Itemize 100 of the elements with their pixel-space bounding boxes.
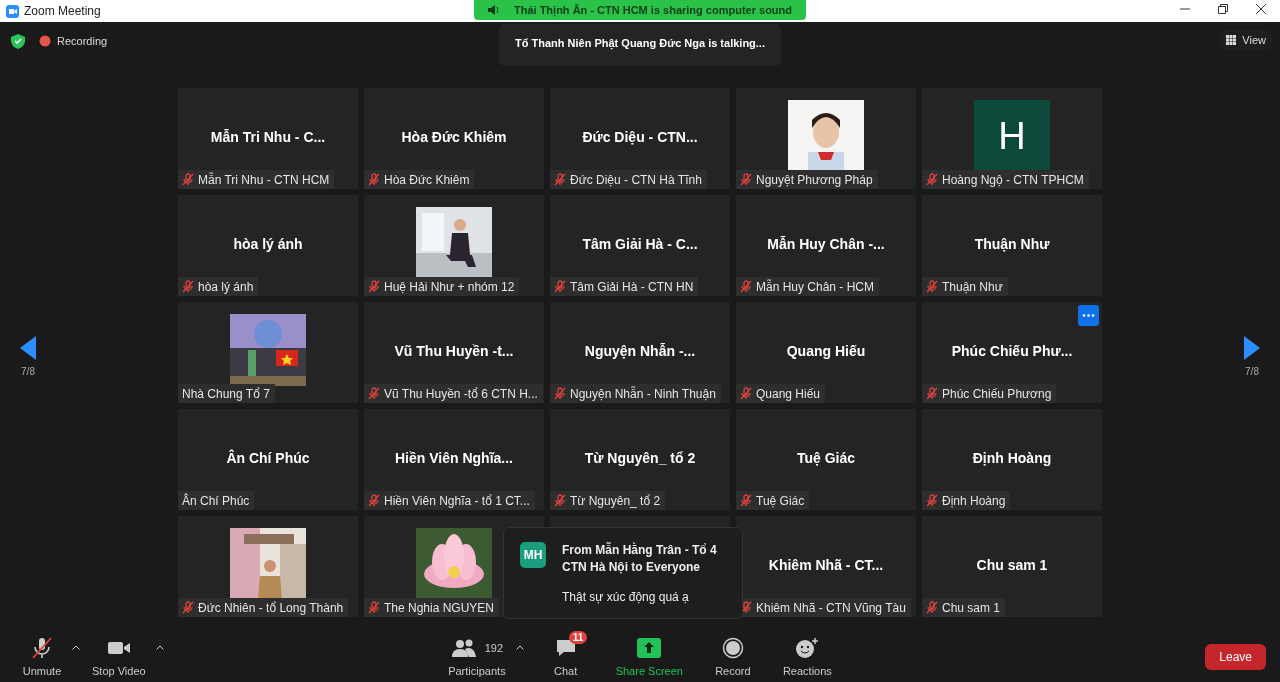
- muted-mic-icon: [554, 280, 566, 293]
- participant-label: Vũ Thu Huyền -tổ 6 CTN H...: [364, 384, 543, 403]
- record-icon: [721, 637, 744, 659]
- participant-label: Nhà Chung Tổ 7: [178, 384, 275, 403]
- participant-label: Đức Diệu - CTN Hà Tĩnh: [550, 170, 707, 189]
- leave-button[interactable]: Leave: [1205, 644, 1266, 670]
- muted-mic-icon: [926, 494, 938, 507]
- participant-label: Từ Nguyên_ tổ 2: [550, 491, 666, 510]
- share-button[interactable]: Share Screen: [607, 633, 691, 681]
- page-indicator: 7/8: [21, 366, 35, 377]
- page-indicator: 7/8: [1245, 366, 1259, 377]
- participant-name: Định Hoàng: [972, 450, 1052, 466]
- previous-page-icon[interactable]: [20, 336, 36, 360]
- participant-label: Huệ Hải Như + nhóm 12: [364, 277, 520, 296]
- avatar-initial: H: [974, 100, 1050, 172]
- muted-mic-icon: [926, 387, 938, 400]
- muted-mic-icon: [182, 173, 194, 186]
- muted-mic-icon: [554, 387, 566, 400]
- next-page-icon[interactable]: [1244, 336, 1260, 360]
- shield-icon[interactable]: [11, 33, 25, 49]
- restore-icon[interactable]: [1218, 4, 1228, 14]
- participant-label: Hoàng Ngộ - CTN TPHCM: [922, 170, 1089, 189]
- participant-name: Mẫn Huy Chân -...: [767, 236, 885, 252]
- participant-label: Đức Nhiên - tổ Long Thành: [178, 598, 349, 617]
- muted-mic-icon: [368, 280, 380, 293]
- caret-icon[interactable]: [72, 645, 80, 650]
- muted-mic-icon: [368, 173, 380, 186]
- chat-notification[interactable]: MH From Mẫn Hằng Trân - Tổ 4 CTN Hà Nội to Everyone Thật sự xúc động quá ạ: [503, 527, 743, 619]
- muted-mic-icon: [740, 494, 752, 507]
- participant-label: Tuệ Giác: [736, 491, 810, 510]
- muted-mic-icon: [554, 494, 566, 507]
- muted-mic-icon: [740, 173, 752, 186]
- grid-icon: [1226, 35, 1237, 45]
- participants-button[interactable]: 192 Participants: [440, 633, 514, 681]
- video-camera-icon: [106, 639, 131, 657]
- more-options-icon[interactable]: [1078, 305, 1099, 326]
- participant-name: Hiền Viên Nghĩa...: [395, 450, 513, 466]
- app-icon: [6, 4, 19, 18]
- sharing-banner: Thái Thịnh Ân - CTN HCM is sharing computer sound: [473, 0, 807, 20]
- participant-name: Nguyện Nhẫn -...: [584, 343, 696, 359]
- participant-name: Thuận Như: [974, 236, 1050, 252]
- participant-name: Tâm Giải Hà - C...: [582, 236, 698, 252]
- caret-icon[interactable]: [155, 645, 164, 650]
- view-button[interactable]: View: [1220, 30, 1272, 50]
- participant-label: Nguyện Nhẫn - Ninh Thuận: [550, 384, 721, 403]
- window-title: Zoom Meeting: [24, 4, 101, 18]
- muted-mic-icon: [368, 494, 380, 507]
- participant-label: Hiền Viên Nghĩa - tổ 1 CT...: [364, 491, 535, 510]
- participant-label: Nguyệt Phương Pháp: [736, 170, 878, 189]
- participant-label: Ân Chí Phúc: [178, 491, 255, 510]
- participant-count: 192: [484, 642, 504, 654]
- muted-mic-icon: [926, 173, 938, 186]
- participant-label: The Nghia NGUYEN: [364, 598, 500, 617]
- participant-label: Mẫn Huy Chân - HCM: [736, 277, 880, 296]
- participant-label: Thuận Như: [922, 277, 1008, 296]
- participant-name: Chu sam 1: [976, 557, 1048, 573]
- participant-name: Phúc Chiếu Phư...: [951, 343, 1073, 359]
- participant-label: Định Hoàng: [922, 491, 1011, 510]
- muted-mic-icon: [740, 601, 752, 614]
- participant-name: hòa lý ánh: [233, 236, 303, 252]
- muted-mic-icon: [554, 173, 566, 186]
- participant-name: Hòa Đức Khiêm: [401, 129, 507, 145]
- chat-sender: From Mẫn Hằng Trân - Tổ 4: [562, 542, 718, 559]
- muted-mic-icon: [368, 387, 380, 400]
- mic-button[interactable]: Unmute: [14, 633, 70, 681]
- talking-indicator: Tổ Thanh Niên Phật Quang Đức Nga is talking...: [499, 24, 781, 66]
- muted-mic-icon: [740, 387, 752, 400]
- participant-label: Hòa Đức Khiêm: [364, 170, 475, 189]
- close-icon[interactable]: [1256, 4, 1266, 14]
- participant-name: Tuệ Giác: [796, 450, 856, 466]
- participant-label: Tâm Giải Hà - CTN HN: [550, 277, 699, 296]
- chat-sender: CTN Hà Nội to Everyone: [562, 559, 702, 576]
- recording-icon: [39, 35, 51, 47]
- reactions-button[interactable]: Reactions: [774, 633, 840, 681]
- participant-name: Khiêm Nhã - CT...: [768, 557, 884, 573]
- chat-button[interactable]: 11 Chat: [537, 633, 594, 681]
- participant-name: Ân Chí Phúc: [226, 450, 310, 466]
- participant-name: Mẫn Tri Nhu - C...: [210, 129, 326, 145]
- participant-name: Từ Nguyên_ tổ 2: [584, 450, 696, 466]
- muted-mic-icon: [740, 280, 752, 293]
- speaker-icon: [487, 5, 500, 15]
- participant-name: Quang Hiếu: [786, 343, 866, 359]
- muted-mic-icon: [368, 601, 380, 614]
- muted-mic-icon: [30, 636, 54, 660]
- participant-label: hòa lý ánh: [178, 277, 259, 296]
- share-screen-icon: [637, 638, 662, 658]
- participant-label: Chu sam 1: [922, 598, 1006, 617]
- participant-label: Phúc Chiếu Phương: [922, 384, 1057, 403]
- muted-mic-icon: [182, 601, 194, 614]
- muted-mic-icon: [182, 280, 194, 293]
- recording-status: Recording: [57, 35, 108, 47]
- record-button[interactable]: Record: [704, 633, 761, 681]
- sender-avatar: MH: [520, 542, 546, 568]
- participants-icon: [450, 638, 477, 658]
- unread-badge: 11: [568, 631, 588, 644]
- caret-icon[interactable]: [515, 645, 524, 650]
- reactions-icon: [795, 637, 820, 659]
- video-button[interactable]: Stop Video: [84, 633, 154, 681]
- participant-label: Quang Hiếu: [736, 384, 826, 403]
- participant-name: Vũ Thu Huyền -t...: [394, 343, 514, 359]
